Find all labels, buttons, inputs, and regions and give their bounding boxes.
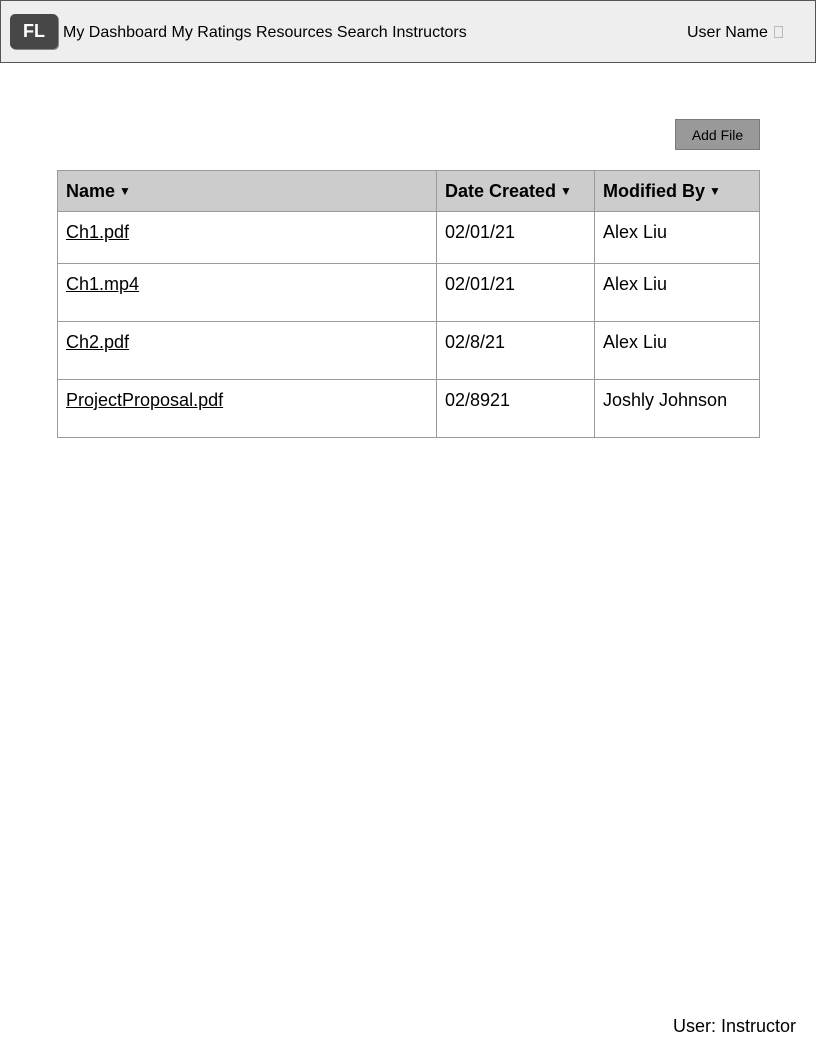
table-row: Ch1.pdf 02/01/21 Alex Liu — [57, 211, 760, 264]
nav-resources[interactable]: Resources — [256, 24, 332, 41]
table-row: ProjectProposal.pdf 02/8921 Joshly Johns… — [57, 379, 760, 438]
date-created-cell: 02/8/21 — [436, 321, 595, 380]
column-header-label: Name — [66, 180, 116, 201]
table-row: Ch1.mp4 02/01/21 Alex Liu — [57, 263, 760, 322]
table-header-row: Name ▼ Date Created ▼ Modified By ▼ — [57, 170, 760, 212]
file-link[interactable]: Ch2.pdf — [66, 332, 129, 352]
user-menu[interactable]: User Name — [687, 24, 783, 42]
column-header-label: Modified By — [603, 180, 705, 201]
file-link[interactable]: ProjectProposal.pdf — [66, 390, 223, 410]
column-header-name[interactable]: Name ▼ — [57, 170, 437, 212]
column-header-modified-by[interactable]: Modified By ▼ — [594, 170, 760, 212]
table-row: Ch2.pdf 02/8/21 Alex Liu — [57, 321, 760, 380]
file-link[interactable]: Ch1.mp4 — [66, 274, 139, 294]
file-name-cell: Ch1.pdf — [57, 211, 437, 264]
file-name-cell: Ch1.mp4 — [57, 263, 437, 322]
sort-down-icon[interactable]: ▼ — [119, 184, 131, 198]
modified-by-cell: Joshly Johnson — [594, 379, 760, 438]
files-table: Name ▼ Date Created ▼ Modified By ▼ Ch1.pdf… — [57, 170, 760, 438]
modified-by-cell: Alex Liu — [594, 321, 760, 380]
file-link[interactable]: Ch1.pdf — [66, 222, 129, 242]
column-header-date-created[interactable]: Date Created ▼ — [436, 170, 595, 212]
date-created-cell: 02/01/21 — [436, 211, 595, 264]
top-navigation-bar: FL My Dashboard My Ratings Resources Sea… — [0, 0, 816, 63]
user-role-label: User: Instructor — [673, 1016, 797, 1036]
page: FL My Dashboard My Ratings Resources Sea… — [0, 0, 816, 1056]
user-name-label: User Name — [687, 24, 768, 41]
sort-down-icon[interactable]: ▼ — [560, 184, 572, 198]
file-name-cell: ProjectProposal.pdf — [57, 379, 437, 438]
date-created-cell: 02/01/21 — [436, 263, 595, 322]
modified-by-cell: Alex Liu — [594, 263, 760, 322]
column-header-label: Date Created — [445, 180, 557, 201]
date-created-cell: 02/8921 — [436, 379, 595, 438]
add-file-button[interactable]: Add File — [675, 119, 760, 150]
nav-my-dashboard[interactable]: My Dashboard — [63, 24, 167, 41]
modified-by-cell: Alex Liu — [594, 211, 760, 264]
file-name-cell: Ch2.pdf — [57, 321, 437, 380]
sort-down-icon[interactable]: ▼ — [709, 184, 721, 198]
dropdown-icon[interactable] — [773, 26, 783, 38]
main-nav: My Dashboard My Ratings Resources Search… — [63, 24, 467, 42]
app-logo[interactable]: FL — [10, 14, 58, 49]
nav-my-ratings[interactable]: My Ratings — [172, 24, 252, 41]
nav-search-instructors[interactable]: Search Instructors — [337, 24, 467, 41]
